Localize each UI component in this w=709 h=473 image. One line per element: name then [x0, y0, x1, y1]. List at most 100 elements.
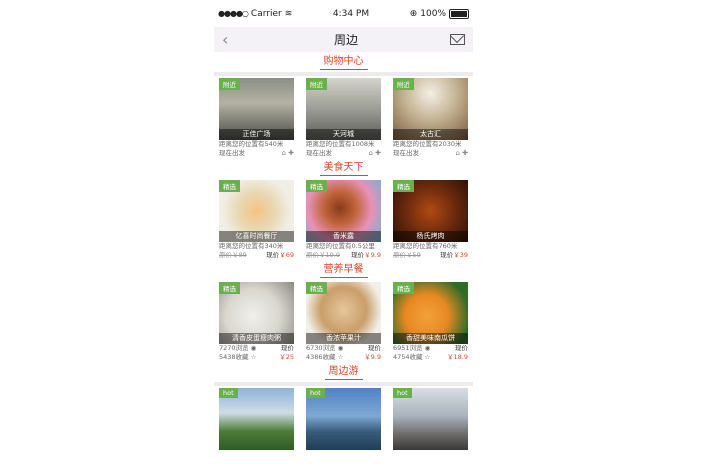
now-label: 现价 [281, 344, 294, 352]
nearby-tag: 附近 [306, 78, 327, 90]
food-photo: 精选 香米露 [306, 180, 381, 242]
now-label: 现价 [368, 344, 381, 352]
star-icon: ☆ [424, 353, 431, 361]
battery-percent: 100% [420, 8, 446, 19]
featured-tag: 精选 [306, 282, 327, 294]
tour-photo: hot [219, 388, 294, 450]
section-shopping: 购物中心 附近 正佳广场 距离您的位置有540米 现在出发 ⌂ ✚ 附近 天河城 … [214, 52, 473, 158]
current-price: ￥9.9 [364, 353, 381, 361]
featured-tag: 精选 [219, 282, 240, 294]
breakfast-photo: 精选 香甜美味南瓜饼 [393, 282, 468, 344]
views-count: 7270浏览 [219, 344, 249, 352]
food-card[interactable]: 精选 亿喜时尚餐厅 距离您的位置有340米 原价￥89 现价￥69 [219, 180, 294, 260]
eye-icon: ◉ [337, 344, 344, 352]
breakfast-photo: 精选 香浓苹果汁 [306, 282, 381, 344]
distance-text: 距离您的位置有0.5公里 [306, 242, 375, 250]
depart-text: 现在出发 [393, 149, 419, 157]
tour-card[interactable]: hot [306, 388, 381, 450]
food-photo: 精选 杨氏烤肉 [393, 180, 468, 242]
food-card[interactable]: 精选 杨氏烤肉 距离您的位置有760米 原价￥59 现价￥39 [393, 180, 468, 260]
section-title-food: 美食天下 [319, 161, 368, 176]
clock: 4:34 PM [332, 8, 370, 19]
lock-rotation-icon: ⊕ [409, 8, 418, 19]
mall-photo: 附近 天河城 [306, 78, 381, 140]
current-price: ￥18.9 [447, 353, 468, 361]
carrier: Carrier [250, 8, 282, 19]
nearby-tag: 附近 [393, 78, 414, 90]
hot-tag: hot [393, 388, 412, 398]
breakfast-card[interactable]: 精选 清香皮蛋瘦肉粥 7270浏览 ◉ 现价 5438收藏 ☆ ￥25 [219, 282, 294, 362]
current-price: ￥69 [279, 251, 294, 259]
favorites-count: 4754收藏 [393, 353, 423, 361]
food-name: 亿喜时尚餐厅 [219, 231, 294, 242]
section-title-tour: 周边游 [324, 365, 363, 380]
favorites-count: 5438收藏 [219, 353, 249, 361]
original-price: 原价￥19.9 [306, 251, 340, 259]
breakfast-name: 香浓苹果汁 [306, 333, 381, 344]
favorites-count: 4386收藏 [306, 353, 336, 361]
shop-card[interactable]: 附近 正佳广场 距离您的位置有540米 现在出发 ⌂ ✚ [219, 78, 294, 158]
shop-name: 正佳广场 [219, 129, 294, 140]
distance-text: 距离您的位置有760米 [393, 242, 458, 250]
breakfast-card[interactable]: 精选 香浓苹果汁 6730浏览 ◉ 现价 4386收藏 ☆ ￥9.9 [306, 282, 381, 362]
distance-text: 距离您的位置有2030米 [393, 140, 462, 148]
depart-text: 现在出发 [306, 149, 332, 157]
food-photo: 精选 亿喜时尚餐厅 [219, 180, 294, 242]
mall-photo: 附近 太古汇 [393, 78, 468, 140]
food-name: 香米露 [306, 231, 381, 242]
shop-name: 太古汇 [393, 129, 468, 140]
featured-tag: 精选 [393, 180, 414, 192]
featured-tag: 精选 [306, 180, 327, 192]
breakfast-name: 清香皮蛋瘦肉粥 [219, 333, 294, 344]
star-icon: ☆ [250, 353, 257, 361]
current-price: ￥9.9 [364, 251, 381, 259]
current-price: ￥25 [279, 353, 294, 361]
page-title: 周边 [333, 33, 358, 47]
depart-text: 现在出发 [219, 149, 245, 157]
section-breakfast: 营养早餐 精选 清香皮蛋瘦肉粥 7270浏览 ◉ 现价 5438收藏 ☆ ￥25 精… [214, 260, 473, 362]
section-tour: 周边游 hot hot hot [214, 362, 473, 450]
mail-icon[interactable] [449, 34, 465, 45]
tour-photo: hot [306, 388, 381, 450]
breakfast-card[interactable]: 精选 香甜美味南瓜饼 6951浏览 ◉ 现价 4754收藏 ☆ ￥18.9 [393, 282, 468, 362]
distance-text: 距离您的位置有340米 [219, 242, 284, 250]
nav-bar: ‹ 周边 [214, 27, 473, 52]
phone-screen: ●●●●○ Carrier ≋ 4:34 PM ⊕ 100% ‹ 周边 购物中心… [214, 0, 473, 473]
transport-icons: ⌂ ✚ [368, 149, 381, 157]
original-price: 原价￥89 [219, 251, 247, 259]
tour-card[interactable]: hot [219, 388, 294, 450]
transport-icons: ⌂ ✚ [455, 149, 468, 157]
hot-tag: hot [219, 388, 238, 398]
eye-icon: ◉ [424, 344, 431, 352]
transport-icons: ⌂ ✚ [281, 149, 294, 157]
featured-tag: 精选 [393, 282, 414, 294]
now-label: 现价 [351, 251, 365, 259]
section-food: 美食天下 精选 亿喜时尚餐厅 距离您的位置有340米 原价￥89 现价￥69 精选… [214, 158, 473, 260]
views-count: 6730浏览 [306, 344, 336, 352]
breakfast-photo: 精选 清香皮蛋瘦肉粥 [219, 282, 294, 344]
section-title-shopping: 购物中心 [319, 55, 368, 70]
shop-card[interactable]: 附近 天河城 距离您的位置有1008米 现在出发 ⌂ ✚ [306, 78, 381, 158]
shop-name: 天河城 [306, 129, 381, 140]
shop-card[interactable]: 附近 太古汇 距离您的位置有2030米 现在出发 ⌂ ✚ [393, 78, 468, 158]
section-title-breakfast: 营养早餐 [319, 263, 368, 278]
featured-tag: 精选 [219, 180, 240, 192]
tour-photo: hot [393, 388, 468, 450]
signal-icon: ●●●●○ [218, 9, 249, 18]
chevron-left-icon[interactable]: ‹ [222, 30, 242, 49]
food-name: 杨氏烤肉 [393, 231, 468, 242]
food-card[interactable]: 精选 香米露 距离您的位置有0.5公里 原价￥19.9 现价￥9.9 [306, 180, 381, 260]
mall-photo: 附近 正佳广场 [219, 78, 294, 140]
breakfast-name: 香甜美味南瓜饼 [393, 333, 468, 344]
now-label: 现价 [440, 251, 454, 259]
eye-icon: ◉ [250, 344, 257, 352]
status-bar: ●●●●○ Carrier ≋ 4:34 PM ⊕ 100% [214, 0, 473, 27]
current-price: ￥39 [453, 251, 468, 259]
distance-text: 距离您的位置有1008米 [306, 140, 375, 148]
now-label: 现价 [455, 344, 468, 352]
now-label: 现价 [266, 251, 280, 259]
tour-card[interactable]: hot [393, 388, 468, 450]
nearby-tag: 附近 [219, 78, 240, 90]
battery-icon [449, 8, 469, 19]
distance-text: 距离您的位置有540米 [219, 140, 284, 148]
